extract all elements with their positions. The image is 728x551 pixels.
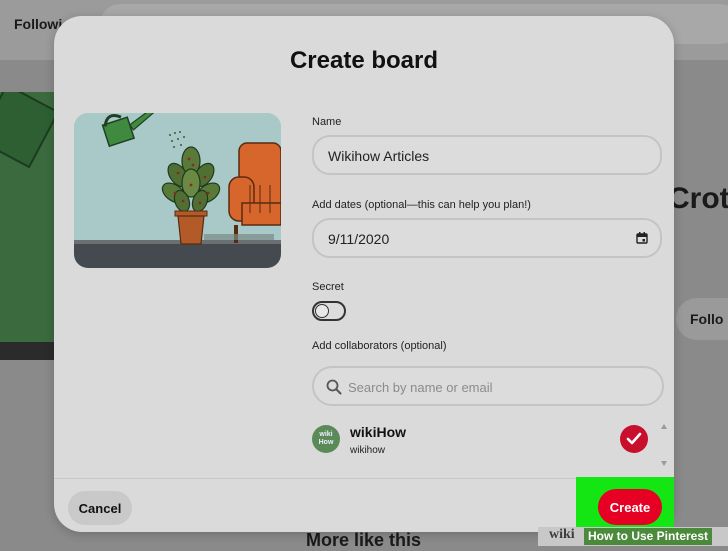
- date-field[interactable]: 9/11/2020: [312, 218, 662, 258]
- create-button[interactable]: Create: [598, 489, 662, 525]
- collaborators-label: Add collaborators (optional): [312, 340, 447, 352]
- background-follow-label: Follo: [690, 311, 724, 327]
- date-value: 9/11/2020: [328, 231, 390, 247]
- avatar: wiki How: [312, 425, 340, 453]
- floor-shape: [0, 342, 60, 360]
- background-following-tab: Followi: [14, 16, 63, 32]
- search-placeholder: Search by name or email: [348, 380, 493, 395]
- checkmark-icon: [626, 432, 642, 445]
- modal-title: Create board: [289, 47, 439, 74]
- collaborator-search-input[interactable]: Search by name or email: [312, 366, 664, 406]
- cancel-button[interactable]: Cancel: [68, 491, 132, 525]
- collaborator-scrollbar[interactable]: [659, 420, 669, 470]
- background-pin-title: Crot: [668, 182, 728, 215]
- watermark-text: How to Use Pinterest: [584, 528, 713, 545]
- secret-toggle[interactable]: [312, 301, 346, 321]
- name-field[interactable]: Wikihow Articles: [312, 135, 662, 175]
- calendar-icon[interactable]: [636, 232, 648, 244]
- watering-can-shape: [0, 92, 60, 169]
- collaborator-selected-button[interactable]: [620, 425, 648, 453]
- collaborator-name: wikiHow: [350, 424, 407, 440]
- collaborator-handle: wikihow: [350, 445, 386, 456]
- dates-label: Add dates (optional—this can help you pl…: [312, 199, 531, 211]
- name-value: Wikihow Articles: [328, 148, 430, 164]
- plant-illustration: [74, 113, 281, 268]
- secret-label: Secret: [312, 281, 344, 293]
- collaborator-item[interactable]: wiki How wikiHow wikihow: [312, 422, 664, 468]
- search-icon: [326, 379, 342, 395]
- toggle-knob: [315, 304, 329, 318]
- watermark-logo: wiki: [549, 527, 575, 542]
- background-pin-image: [0, 92, 60, 360]
- name-label: Name: [312, 116, 342, 128]
- create-board-modal: Create board Name Wikihow Articles Add d…: [54, 16, 674, 532]
- board-cover-image: [74, 113, 281, 268]
- background-more-like-this: More like this: [306, 530, 422, 550]
